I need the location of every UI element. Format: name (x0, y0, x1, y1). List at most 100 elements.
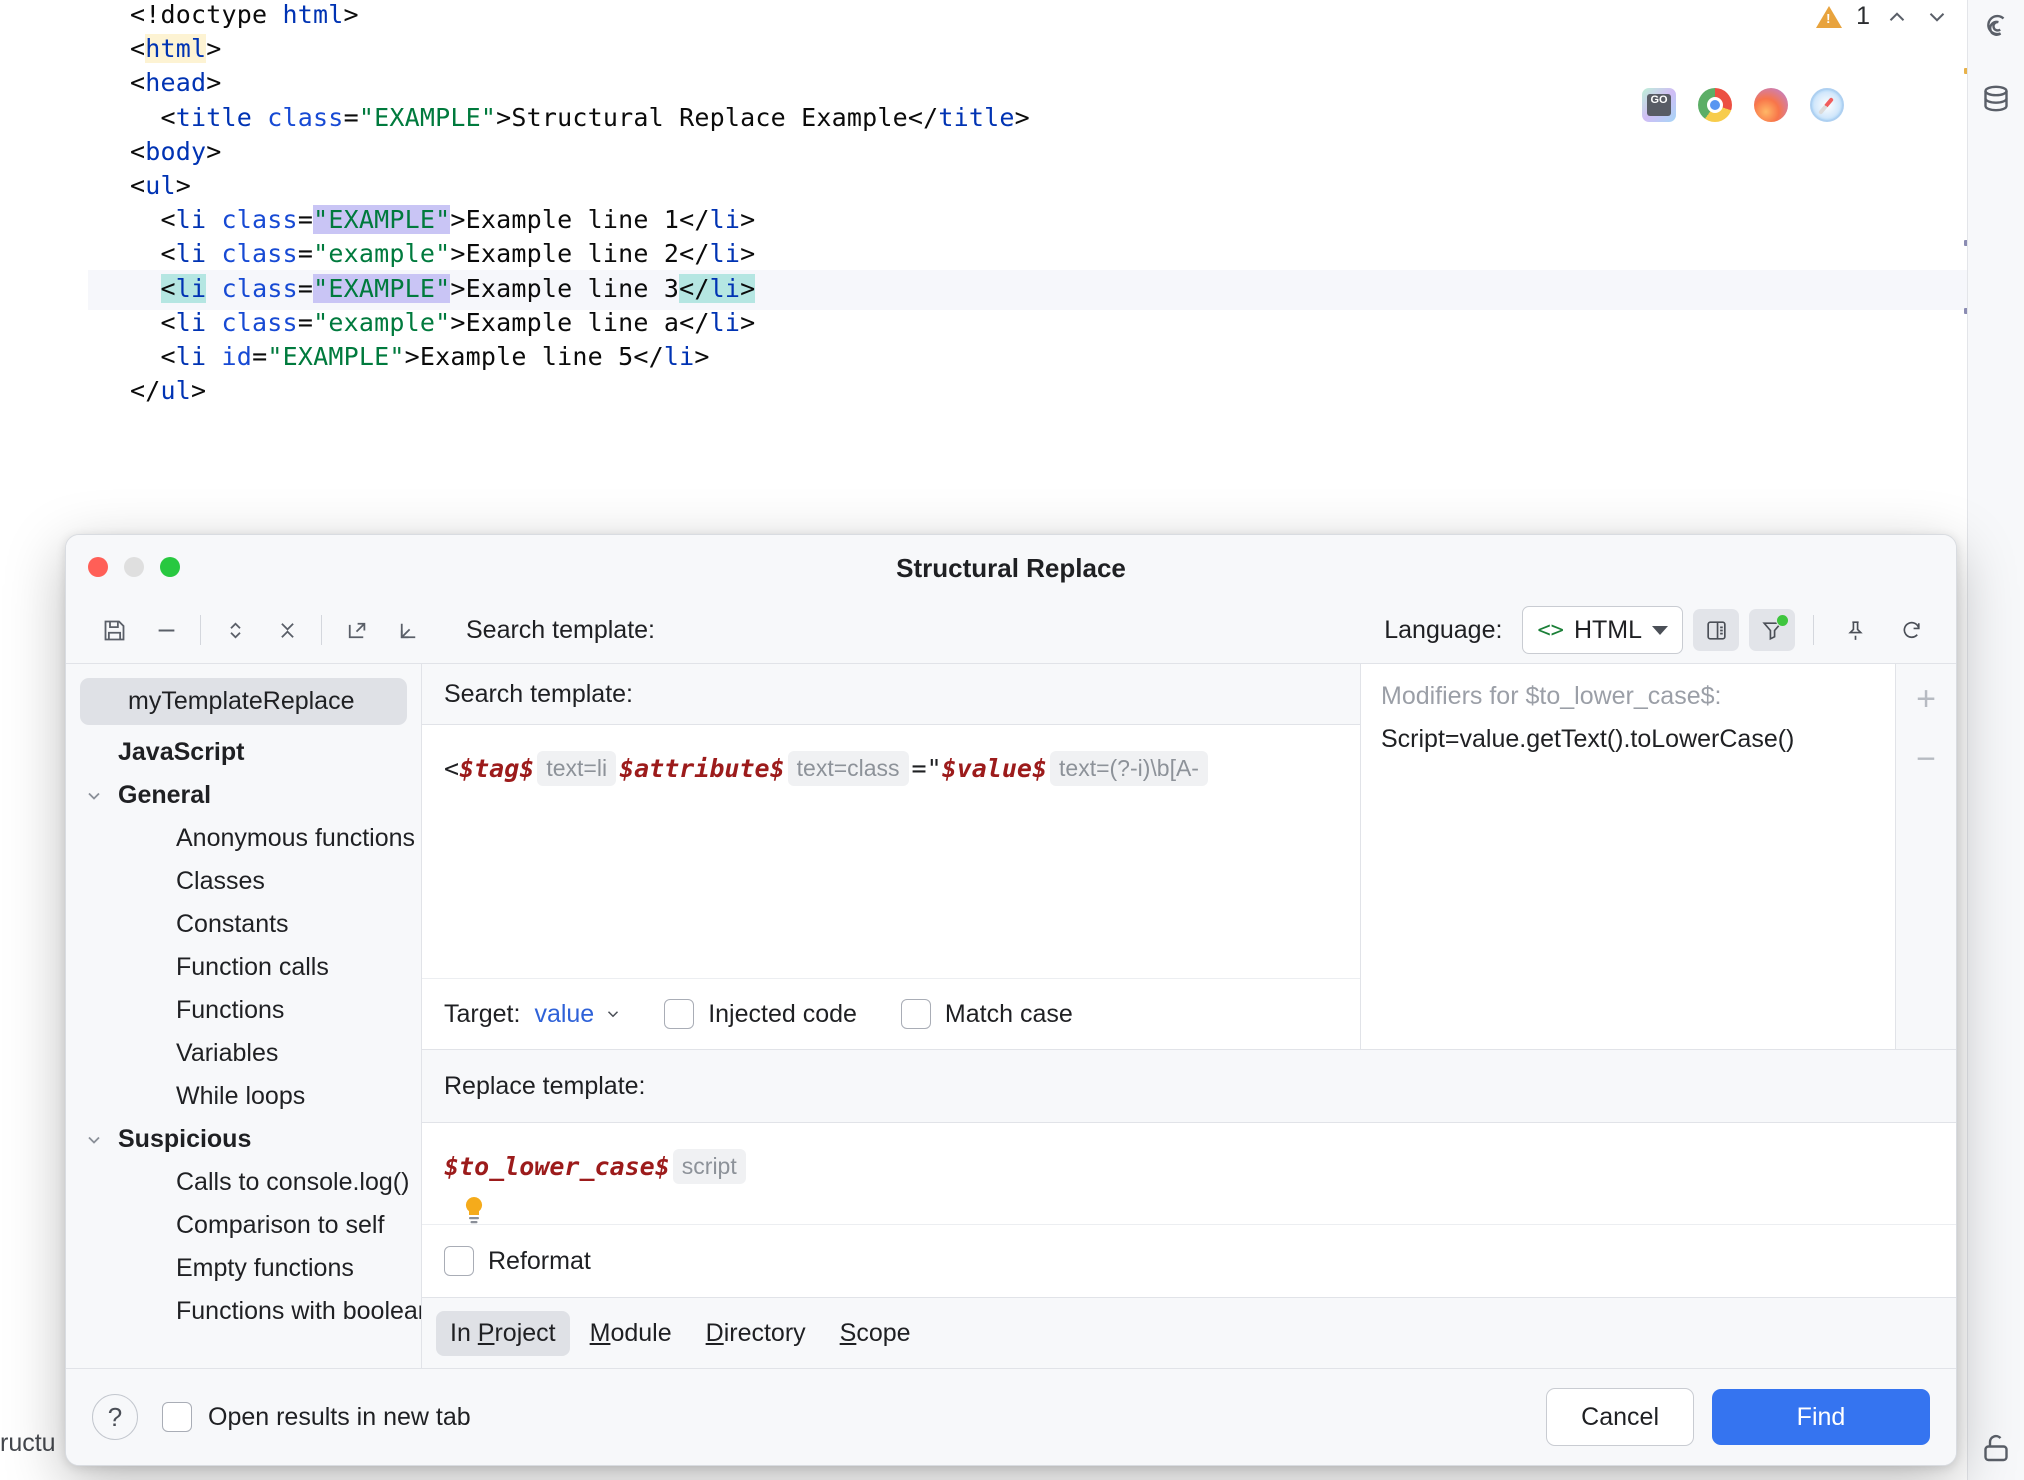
injected-code-checkbox[interactable]: Injected code (664, 999, 857, 1029)
chevron-down-icon[interactable] (84, 1130, 104, 1150)
checkbox-box[interactable] (664, 999, 695, 1029)
code-token: < (130, 205, 176, 235)
sidebar-group-suspicious[interactable]: Suspicious (66, 1118, 421, 1161)
code-line[interactable]: <li class="EXAMPLE">Example line 1</li> (130, 205, 755, 235)
dialog-toolbar[interactable]: Search template: Language: <> HTML (66, 597, 1956, 663)
modifiers-panel[interactable]: Modifiers for $to_lower_case$: Script=va… (1361, 664, 1956, 1049)
replace-template-editor[interactable]: $to_lower_case$ script (422, 1123, 1956, 1224)
browser-preview-popup[interactable]: GO (1642, 88, 1844, 122)
scope-tab-in-project[interactable]: In Project (436, 1310, 570, 1356)
code-line[interactable]: <!doctype html> (130, 0, 359, 29)
code-token: </ (679, 273, 710, 303)
chevron-up-icon[interactable] (1884, 4, 1910, 30)
right-tool-window-bar[interactable] (1967, 0, 2024, 1480)
target-row[interactable]: Target: value Injected code Match case (422, 978, 1360, 1049)
import-icon[interactable] (382, 607, 434, 653)
sidebar-template-item[interactable]: Variables (66, 1032, 421, 1075)
structural-replace-dialog[interactable]: Structural Replace Search template: Lang… (65, 534, 1957, 1466)
code-line[interactable]: </ul> (130, 376, 206, 405)
inspection-widget[interactable]: 1 (1816, 2, 1950, 31)
code-line[interactable]: <title class="EXAMPLE">Structural Replac… (130, 103, 1030, 132)
sidebar-selected-template[interactable]: myTemplateReplace (80, 678, 407, 725)
modifiers-script-line[interactable]: Script=value.getText().toLowerCase() (1381, 725, 1875, 754)
code-line[interactable]: <head> (130, 68, 222, 97)
target-select[interactable]: value (534, 1000, 622, 1029)
code-line[interactable]: <ul> (130, 171, 191, 200)
sidebar-template-item[interactable]: Constants (66, 903, 421, 946)
code-token: < (160, 273, 176, 303)
search-pattern[interactable]: < $tag$ text=li $attribute$ text=class =" $va… (444, 751, 1338, 786)
code-line[interactable]: <body> (130, 137, 222, 166)
code-line[interactable]: <li id="EXAMPLE">Example line 5</li> (130, 342, 710, 371)
chrome-icon[interactable] (1698, 88, 1732, 122)
code-token: li (175, 239, 207, 269)
code-line[interactable]: <html> (130, 34, 222, 64)
checkbox-box[interactable] (162, 1402, 192, 1432)
sidebar-template-item[interactable]: Function calls (66, 946, 421, 989)
scope-tabs[interactable]: In Project Module Directory Scope (422, 1297, 1956, 1368)
search-template-editor[interactable]: < $tag$ text=li $attribute$ text=class =" $va… (422, 725, 1360, 978)
goland-icon[interactable]: GO (1642, 88, 1676, 122)
cancel-button[interactable]: Cancel (1546, 1388, 1694, 1446)
code-token: = (343, 102, 359, 132)
export-icon[interactable] (330, 607, 382, 653)
scope-tab-module[interactable]: Module (576, 1311, 686, 1356)
sidebar-template-item[interactable]: Functions (66, 989, 421, 1032)
code-line[interactable]: <li class="EXAMPLE">Example line 3</li> (130, 273, 756, 303)
reformat-row[interactable]: Reformat (422, 1224, 1956, 1297)
checkbox-box[interactable] (900, 999, 931, 1029)
sidebar-group-label: Suspicious (118, 1125, 252, 1153)
dialog-footer[interactable]: ? Open results in new tab Cancel Find (66, 1368, 1956, 1465)
remove-template-icon[interactable] (140, 607, 192, 653)
scope-tab-scope[interactable]: Scope (826, 1311, 925, 1356)
chevron-down-icon[interactable] (1924, 4, 1950, 30)
code-token: > (740, 273, 756, 303)
filter-icon[interactable] (1749, 609, 1795, 651)
unlock-icon[interactable] (1978, 1430, 2014, 1466)
sidebar-template-item[interactable]: Empty functions (66, 1247, 421, 1290)
sidebar-group-general[interactable]: General (66, 774, 421, 817)
code-token: "example" (313, 307, 451, 337)
ai-assistant-icon[interactable] (1978, 8, 2014, 44)
replace-pattern[interactable]: $to_lower_case$ script (444, 1149, 1934, 1184)
sidebar-template-item[interactable]: Calls to console.log() (66, 1161, 421, 1204)
code-token: > (206, 136, 222, 166)
sidebar-template-item[interactable]: Comparison to self (66, 1204, 421, 1247)
reset-icon[interactable] (1888, 609, 1934, 651)
safari-icon[interactable] (1810, 88, 1844, 122)
sidebar-template-item[interactable]: Anonymous functions (66, 817, 421, 860)
question-mark-icon[interactable]: ? (92, 1394, 138, 1440)
plus-icon[interactable]: + (1916, 682, 1936, 716)
lightbulb-icon[interactable] (462, 1196, 486, 1226)
code-token: > (206, 68, 222, 98)
find-button[interactable]: Find (1712, 1389, 1930, 1445)
sidebar-root-javascript[interactable]: JavaScript (66, 731, 421, 774)
open-results-checkbox[interactable]: Open results in new tab (162, 1402, 471, 1432)
match-case-checkbox[interactable]: Match case (900, 999, 1073, 1029)
firefox-icon[interactable] (1754, 88, 1788, 122)
reformat-checkbox[interactable]: Reformat (444, 1246, 591, 1276)
sidebar-template-item[interactable]: While loops (66, 1075, 421, 1118)
code-line[interactable]: <li class="example">Example line a</li> (130, 307, 756, 337)
database-icon[interactable] (1978, 82, 2014, 118)
pattern-filter-chip: text=class (787, 751, 909, 786)
sidebar-template-item[interactable]: Classes (66, 860, 421, 903)
toggle-sidebar-icon[interactable] (1693, 609, 1739, 651)
collapse-icon[interactable] (261, 607, 313, 653)
pin-icon[interactable] (1832, 609, 1878, 651)
dialog-titlebar[interactable]: Structural Replace (66, 535, 1956, 597)
chevron-down-icon[interactable] (84, 786, 104, 806)
updown-history-icon[interactable] (209, 607, 261, 653)
code-token: > (694, 342, 710, 371)
language-select[interactable]: <> HTML (1522, 606, 1683, 654)
minus-icon[interactable]: − (1916, 742, 1936, 776)
save-template-icon[interactable] (88, 607, 140, 653)
checkbox-box[interactable] (444, 1246, 474, 1276)
sidebar-template-item[interactable]: Functions with boolean (66, 1290, 421, 1333)
code-line[interactable]: <li class="example">Example line 2</li> (130, 239, 756, 269)
scope-tab-directory[interactable]: Directory (692, 1311, 820, 1356)
template-list-sidebar[interactable]: myTemplateReplace JavaScript General Anon… (66, 664, 422, 1368)
injected-code-label: Injected code (708, 999, 857, 1028)
